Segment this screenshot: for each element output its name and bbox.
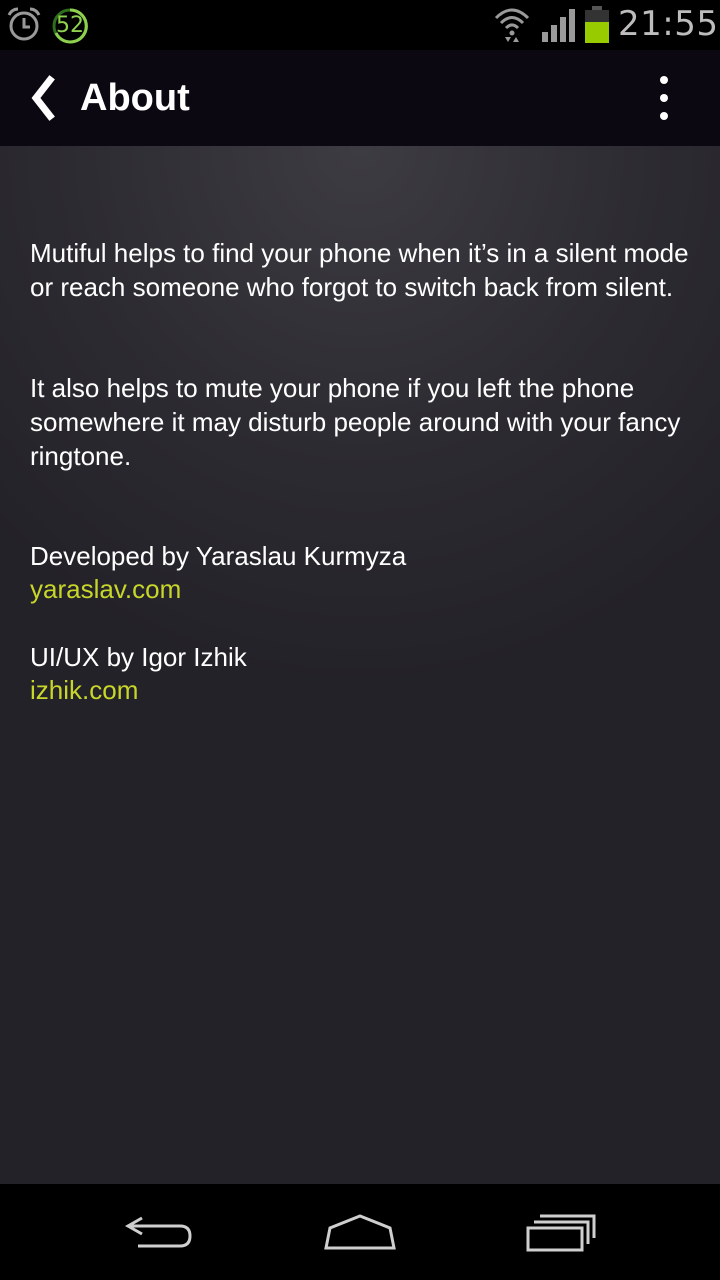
navigation-bar (0, 1184, 720, 1280)
designer-link[interactable]: izhik.com (30, 674, 138, 707)
developer-link[interactable]: yaraslav.com (30, 573, 181, 606)
back-icon[interactable] (120, 1206, 200, 1258)
designer-credit: UI/UX by Igor Izhik (30, 642, 247, 672)
overflow-menu-icon[interactable] (644, 72, 684, 124)
description-paragraph-2: It also helps to mute your phone if you … (30, 373, 681, 471)
alarm-icon (7, 7, 41, 41)
battery-icon (585, 6, 609, 43)
developer-credit: Developed by Yaraslau Kurmyza (30, 541, 407, 571)
home-icon[interactable] (318, 1206, 402, 1258)
notification-badge-count: 52 (56, 13, 84, 38)
chevron-left-icon[interactable] (22, 68, 62, 128)
status-bar: 52 21:55 (0, 0, 720, 50)
recent-apps-icon[interactable] (520, 1206, 604, 1258)
status-time: 21:55 (618, 4, 719, 44)
signal-icon (542, 9, 575, 42)
about-content: Mutiful helps to find your phone when it… (0, 146, 720, 1184)
page-title: About (80, 77, 190, 119)
description-paragraph-1: Mutiful helps to find your phone when it… (30, 238, 689, 302)
wifi-icon (494, 8, 530, 42)
action-bar: About (0, 50, 720, 146)
